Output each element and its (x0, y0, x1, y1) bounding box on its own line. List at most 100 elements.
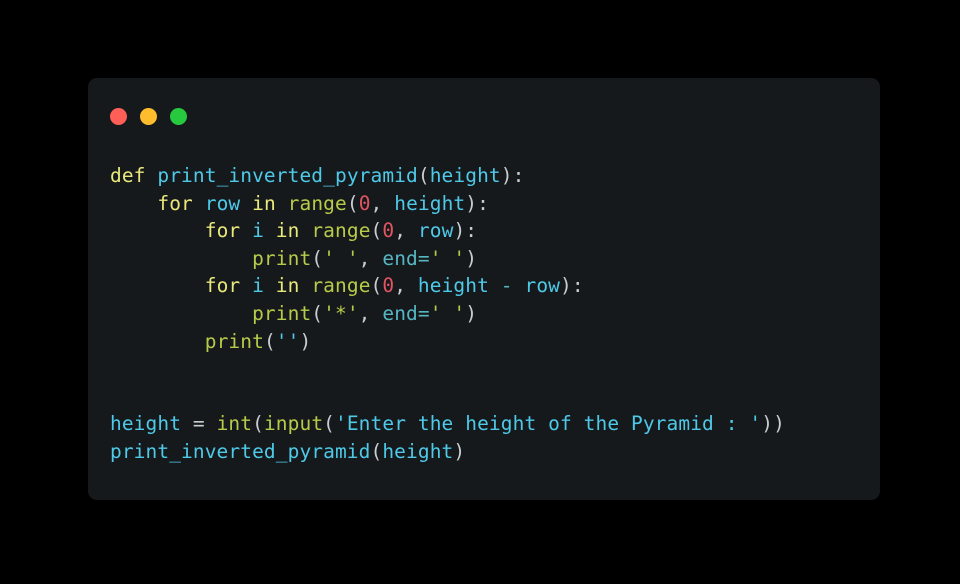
code-line: def print_inverted_pyramid(height): (110, 164, 524, 187)
code-token: in (275, 274, 300, 298)
code-block[interactable]: def print_inverted_pyramid(height): for … (110, 162, 870, 466)
code-token: ) (453, 219, 466, 243)
code-token: ) (773, 412, 785, 436)
code-token: print_inverted_pyramid (157, 164, 418, 187)
code-token: ' ' (429, 301, 466, 325)
close-window-button[interactable] (110, 108, 127, 125)
code-token: ( (263, 329, 276, 353)
code-token: : (571, 274, 584, 298)
code-token: print (252, 246, 312, 270)
code-token: = (417, 301, 430, 325)
code-token: ) (761, 412, 774, 436)
code-token: range (311, 274, 371, 298)
code-token: in (252, 191, 276, 215)
code-token: : (512, 164, 525, 187)
code-token: print_inverted_pyramid (110, 439, 371, 463)
code-token: '' (275, 329, 300, 353)
code-token: ( (370, 439, 383, 463)
code-token: row (417, 219, 454, 243)
code-token: ) (560, 274, 572, 298)
code-token: ( (346, 191, 359, 215)
minimize-window-button[interactable] (140, 108, 157, 125)
code-line: print('') (110, 330, 311, 353)
code-token: : (477, 191, 489, 215)
traffic-light-group (110, 108, 187, 125)
code-token: i (252, 274, 264, 298)
code-token: range (287, 191, 347, 215)
code-token: ( (370, 219, 383, 243)
code-token: range (311, 219, 371, 243)
code-token: print (204, 329, 264, 353)
code-token: 0 (382, 274, 395, 298)
code-token: ) (500, 164, 513, 187)
code-token: ( (311, 246, 324, 270)
code-line: print_inverted_pyramid(height) (110, 440, 465, 463)
code-token: for (157, 191, 193, 215)
code-token: : (465, 219, 478, 243)
code-token: int (216, 412, 253, 436)
code-line: for i in range(0, row): (110, 219, 477, 242)
code-token: ' ' (429, 246, 466, 270)
code-token: def (110, 164, 146, 187)
code-token: i (252, 219, 264, 243)
code-window-card: def print_inverted_pyramid(height): for … (88, 78, 880, 500)
code-token: for (204, 219, 241, 243)
code-token: print (252, 301, 312, 325)
code-token: 'Enter the height of the Pyramid : ' (335, 412, 762, 436)
code-token: row (524, 274, 561, 298)
code-line: print('*', end=' ') (110, 302, 477, 325)
code-line: height = int(input('Enter the height of … (110, 412, 785, 435)
code-token: end (382, 301, 418, 325)
code-token: ) (465, 301, 478, 325)
code-token: ( (311, 301, 324, 325)
maximize-window-button[interactable] (170, 108, 187, 125)
code-token: , (358, 246, 383, 270)
code-token: - (500, 274, 513, 298)
code-token: 0 (358, 191, 371, 215)
code-token: for (204, 274, 241, 298)
code-token: height (110, 412, 182, 436)
code-token: ( (417, 164, 430, 187)
code-token: 0 (382, 219, 395, 243)
code-token: ) (299, 329, 312, 353)
screenshot-root: def print_inverted_pyramid(height): for … (0, 0, 960, 584)
code-token: , (394, 219, 418, 243)
code-token: height (429, 164, 501, 187)
code-token: = (417, 246, 430, 270)
code-token: ( (323, 412, 335, 436)
code-token: ' ' (323, 246, 359, 270)
code-line: for row in range(0, height): (110, 192, 489, 215)
code-token: , (370, 191, 395, 215)
code-editor-area[interactable]: def print_inverted_pyramid(height): for … (110, 162, 870, 492)
code-token: ( (252, 412, 264, 436)
code-token: ) (465, 191, 478, 215)
code-token: height (394, 191, 466, 215)
code-token: in (275, 219, 300, 243)
code-token: , (394, 274, 418, 298)
code-line: print(' ', end=' ') (110, 247, 477, 270)
code-line: for i in range(0, height - row): (110, 274, 584, 297)
code-token: input (263, 412, 324, 436)
code-token: height (417, 274, 489, 298)
code-token: ) (465, 246, 478, 270)
code-token: row (204, 191, 241, 215)
code-token: height (382, 439, 454, 463)
code-token: '*' (323, 301, 359, 325)
